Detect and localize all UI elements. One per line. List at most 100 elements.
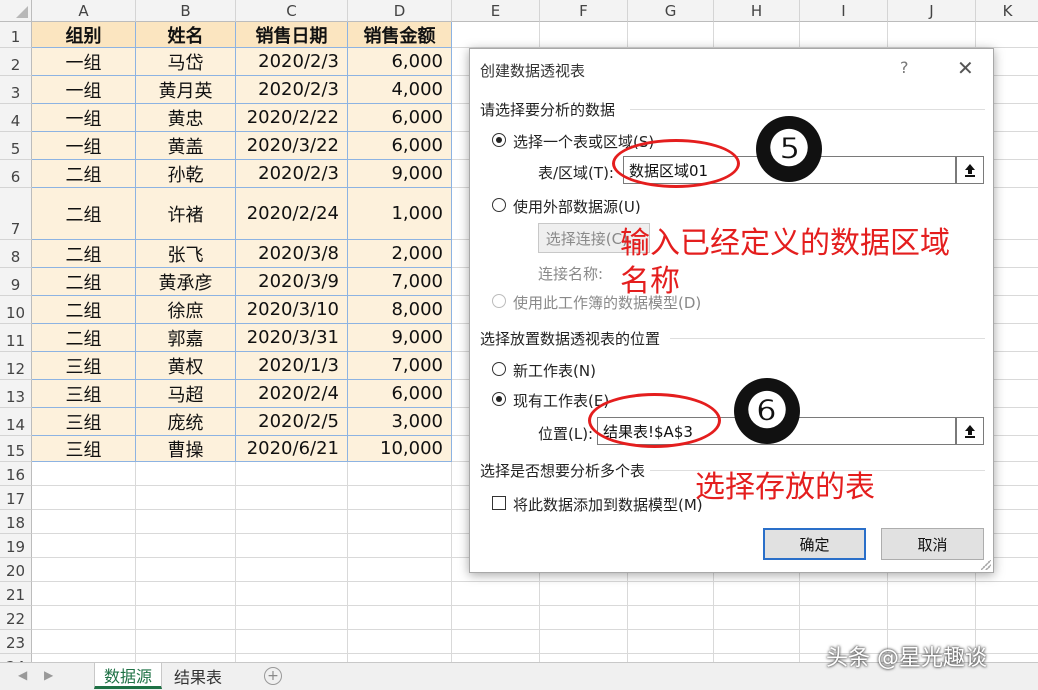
empty-cell[interactable] (348, 510, 452, 534)
help-icon[interactable]: ? (900, 58, 909, 77)
row-header-2[interactable]: 2 (0, 48, 32, 76)
row-header-22[interactable]: 22 (0, 606, 32, 630)
empty-cell[interactable] (976, 606, 1038, 630)
radio-external-source-label[interactable]: 使用外部数据源(U) (513, 196, 641, 217)
table-cell[interactable]: 2020/2/24 (236, 188, 348, 240)
empty-cell[interactable] (888, 582, 976, 606)
empty-cell[interactable] (452, 630, 540, 654)
table-cell[interactable]: 3,000 (348, 408, 452, 436)
row-header-9[interactable]: 9 (0, 268, 32, 296)
empty-cell[interactable] (32, 558, 136, 582)
empty-cell[interactable] (136, 606, 236, 630)
empty-cell[interactable] (236, 462, 348, 486)
radio-new-worksheet-label[interactable]: 新工作表(N) (513, 360, 596, 381)
cancel-button[interactable]: 取消 (881, 528, 984, 560)
row-header-24[interactable]: 24 (0, 654, 32, 662)
row-header-11[interactable]: 11 (0, 324, 32, 352)
table-cell[interactable]: 2020/2/5 (236, 408, 348, 436)
row-header-1[interactable]: 1 (0, 22, 32, 48)
empty-cell[interactable] (628, 582, 714, 606)
empty-cell[interactable] (348, 558, 452, 582)
next-sheet-icon[interactable]: ▶ (44, 668, 53, 682)
empty-cell[interactable] (714, 582, 800, 606)
empty-cell[interactable] (714, 606, 800, 630)
location-collapse-button[interactable] (956, 417, 984, 445)
radio-existing-worksheet[interactable] (492, 392, 506, 406)
table-cell[interactable]: 2020/1/3 (236, 352, 348, 380)
table-cell[interactable]: 二组 (32, 296, 136, 324)
prev-sheet-icon[interactable]: ◀ (18, 668, 27, 682)
table-cell[interactable]: 马超 (136, 380, 236, 408)
empty-cell[interactable] (976, 22, 1038, 48)
empty-cell[interactable] (32, 462, 136, 486)
table-cell[interactable]: 一组 (32, 132, 136, 160)
empty-cell[interactable] (136, 558, 236, 582)
row-header-12[interactable]: 12 (0, 352, 32, 380)
empty-cell[interactable] (32, 654, 136, 662)
table-cell[interactable]: 三组 (32, 380, 136, 408)
empty-cell[interactable] (628, 630, 714, 654)
sheet-tab-result[interactable]: 结果表 (164, 663, 232, 689)
table-cell[interactable]: 6,000 (348, 48, 452, 76)
empty-cell[interactable] (714, 654, 800, 662)
empty-cell[interactable] (452, 582, 540, 606)
table-cell[interactable]: 9,000 (348, 324, 452, 352)
empty-cell[interactable] (236, 534, 348, 558)
table-cell[interactable]: 三组 (32, 436, 136, 462)
empty-cell[interactable] (540, 654, 628, 662)
column-header-F[interactable]: F (540, 0, 628, 22)
empty-cell[interactable] (236, 654, 348, 662)
row-header-15[interactable]: 15 (0, 436, 32, 462)
row-header-19[interactable]: 19 (0, 534, 32, 558)
radio-data-model[interactable] (492, 294, 506, 308)
empty-cell[interactable] (32, 510, 136, 534)
select-all-corner[interactable] (0, 0, 32, 22)
row-header-21[interactable]: 21 (0, 582, 32, 606)
empty-cell[interactable] (236, 582, 348, 606)
empty-cell[interactable] (348, 486, 452, 510)
empty-cell[interactable] (714, 630, 800, 654)
row-header-6[interactable]: 6 (0, 160, 32, 188)
table-cell[interactable]: 1,000 (348, 188, 452, 240)
table-cell[interactable]: 一组 (32, 104, 136, 132)
empty-cell[interactable] (452, 22, 540, 48)
empty-cell[interactable] (236, 606, 348, 630)
table-header-cell[interactable]: 姓名 (136, 22, 236, 48)
row-header-3[interactable]: 3 (0, 76, 32, 104)
table-cell[interactable]: 2020/3/31 (236, 324, 348, 352)
column-header-H[interactable]: H (714, 0, 800, 22)
table-cell[interactable]: 4,000 (348, 76, 452, 104)
table-cell[interactable]: 二组 (32, 188, 136, 240)
resize-grip-icon[interactable] (981, 560, 991, 570)
empty-cell[interactable] (540, 606, 628, 630)
row-header-7[interactable]: 7 (0, 188, 32, 240)
column-header-K[interactable]: K (976, 0, 1038, 22)
empty-cell[interactable] (888, 606, 976, 630)
table-cell[interactable]: 8,000 (348, 296, 452, 324)
empty-cell[interactable] (136, 486, 236, 510)
table-cell[interactable]: 黄权 (136, 352, 236, 380)
table-cell[interactable]: 曹操 (136, 436, 236, 462)
empty-cell[interactable] (32, 486, 136, 510)
table-cell[interactable]: 2020/2/4 (236, 380, 348, 408)
table-cell[interactable]: 7,000 (348, 352, 452, 380)
empty-cell[interactable] (800, 22, 888, 48)
table-cell[interactable]: 2020/2/22 (236, 104, 348, 132)
ok-button[interactable]: 确定 (763, 528, 866, 560)
table-cell[interactable]: 孙乾 (136, 160, 236, 188)
table-cell[interactable]: 黄忠 (136, 104, 236, 132)
close-icon[interactable]: ✕ (957, 56, 974, 80)
empty-cell[interactable] (32, 630, 136, 654)
row-header-17[interactable]: 17 (0, 486, 32, 510)
empty-cell[interactable] (236, 558, 348, 582)
empty-cell[interactable] (714, 22, 800, 48)
table-cell[interactable]: 许褚 (136, 188, 236, 240)
table-cell[interactable]: 黄月英 (136, 76, 236, 104)
table-cell[interactable]: 一组 (32, 76, 136, 104)
table-cell[interactable]: 6,000 (348, 380, 452, 408)
table-cell[interactable]: 2020/2/3 (236, 48, 348, 76)
row-header-23[interactable]: 23 (0, 630, 32, 654)
table-cell[interactable]: 张飞 (136, 240, 236, 268)
empty-cell[interactable] (236, 510, 348, 534)
table-cell[interactable]: 9,000 (348, 160, 452, 188)
